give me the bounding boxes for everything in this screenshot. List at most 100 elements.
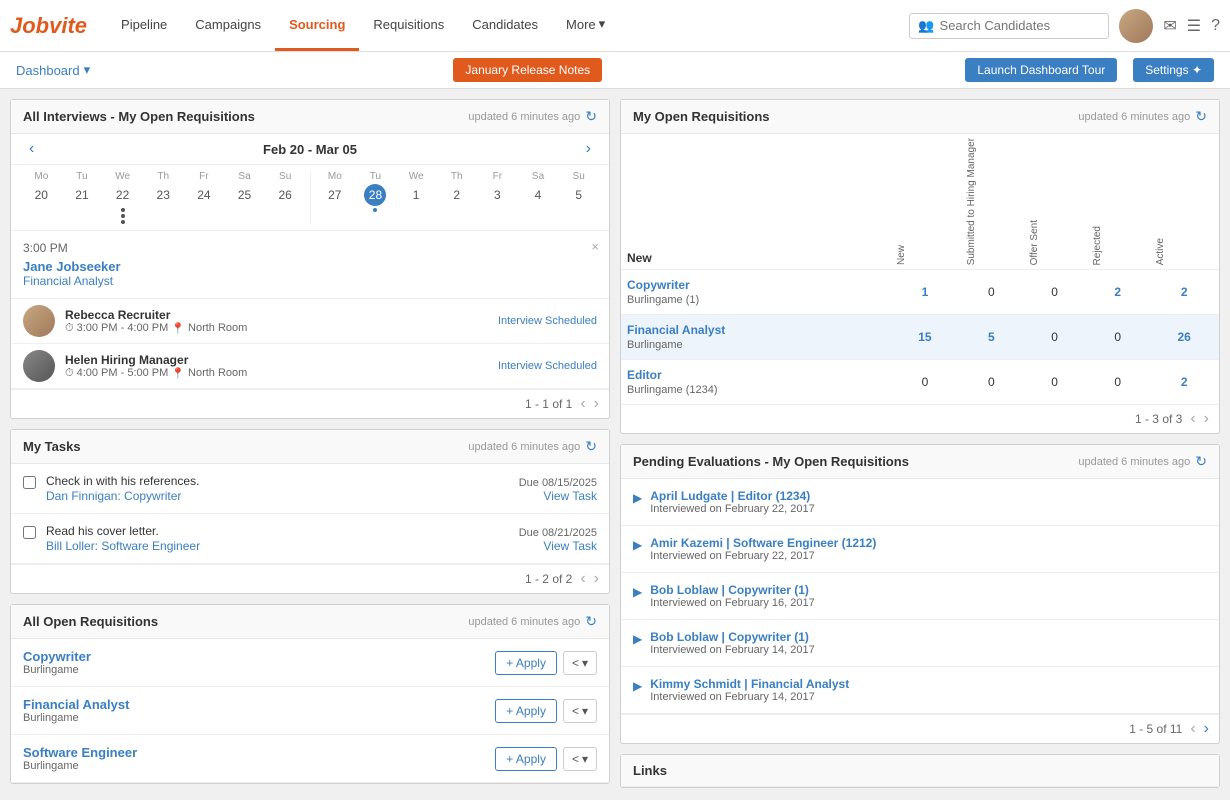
- expand-icon-4[interactable]: ▶: [633, 632, 642, 646]
- eval-date-5: Interviewed on February 14, 2017: [650, 691, 1207, 703]
- logo: Jobvite: [10, 13, 87, 39]
- my-open-reqs-panel: My Open Requisitions updated 6 minutes a…: [620, 99, 1220, 434]
- apply-button-3[interactable]: + Apply: [495, 747, 557, 771]
- req-title-3[interactable]: Software Engineer: [23, 745, 495, 760]
- list-icon[interactable]: ☰: [1187, 16, 1201, 36]
- col-header-rejected: Rejected: [1086, 134, 1149, 270]
- event-candidate-name[interactable]: Jane Jobseeker: [23, 259, 597, 274]
- my-reqs-prev-button[interactable]: ‹: [1190, 410, 1195, 428]
- nav-pipeline[interactable]: Pipeline: [107, 0, 181, 51]
- apply-button-2[interactable]: + Apply: [495, 699, 557, 723]
- req-table-row-2: Financial Analyst Burlingame 15 5 0 0 26: [621, 315, 1219, 360]
- share-icon: <: [572, 656, 579, 670]
- eval-date-2: Interviewed on February 22, 2017: [650, 550, 1207, 562]
- cal-day-we22[interactable]: We 22: [102, 171, 143, 224]
- calendar-nav: ‹ Feb 20 - Mar 05 ›: [11, 134, 609, 165]
- next-week-button[interactable]: ›: [578, 140, 599, 158]
- tasks-next-button[interactable]: ›: [594, 570, 599, 588]
- prev-week-button[interactable]: ‹: [21, 140, 42, 158]
- refresh-icon-open-reqs[interactable]: ↻: [585, 613, 597, 630]
- apply-button-1[interactable]: + Apply: [495, 651, 557, 675]
- task-checkbox-2[interactable]: [23, 526, 36, 539]
- links-panel: Links: [620, 754, 1220, 788]
- expand-icon-1[interactable]: ▶: [633, 491, 642, 505]
- cal-day-fr24: Fr 24: [184, 171, 225, 224]
- evals-prev-button[interactable]: ‹: [1190, 720, 1195, 738]
- eval-info-5: Kimmy Schmidt | Financial Analyst Interv…: [650, 677, 1207, 703]
- attendee-status-1: Interview Scheduled: [498, 315, 597, 327]
- req-location-2: Burlingame: [23, 712, 495, 724]
- chevron-down-icon-3: ▾: [582, 752, 588, 766]
- share-button-2[interactable]: < ▾: [563, 699, 597, 723]
- req-table-link-1[interactable]: Copywriter: [627, 278, 884, 292]
- tasks-panel-title: My Tasks: [23, 439, 81, 454]
- chevron-down-icon-2: ▾: [582, 704, 588, 718]
- share-button-3[interactable]: < ▾: [563, 747, 597, 771]
- prev-page-button[interactable]: ‹: [580, 395, 585, 413]
- req-title-2[interactable]: Financial Analyst: [23, 697, 495, 712]
- nav-campaigns[interactable]: Campaigns: [181, 0, 275, 51]
- task-text-2: Read his cover letter.: [46, 524, 519, 538]
- expand-icon-2[interactable]: ▶: [633, 538, 642, 552]
- eval-link-5[interactable]: Kimmy Schmidt | Financial Analyst: [650, 677, 849, 691]
- col-header-offer: Offer Sent: [1023, 134, 1086, 270]
- tasks-panel-meta: updated 6 minutes ago ↻: [468, 438, 597, 455]
- pending-evals-header: Pending Evaluations - My Open Requisitio…: [621, 445, 1219, 479]
- avatar[interactable]: [1119, 9, 1153, 43]
- view-task-2[interactable]: View Task: [519, 539, 597, 553]
- nav-requisitions[interactable]: Requisitions: [359, 0, 458, 51]
- col-header-submitted: Submitted to Hiring Manager: [960, 134, 1023, 270]
- eval-link-1[interactable]: April Ludgate | Editor (1234): [650, 489, 810, 503]
- my-reqs-next-button[interactable]: ›: [1204, 410, 1209, 428]
- dashboard-dropdown[interactable]: Dashboard ▾: [16, 62, 90, 78]
- tasks-prev-button[interactable]: ‹: [580, 570, 585, 588]
- search-box[interactable]: 👥: [909, 13, 1109, 39]
- attendee-row-1: Rebecca Recruiter ⏱ 3:00 PM - 4:00 PM 📍 …: [11, 299, 609, 344]
- eval-link-2[interactable]: Amir Kazemi | Software Engineer (1212): [650, 536, 876, 550]
- help-icon[interactable]: ?: [1211, 17, 1220, 35]
- open-reqs-panel-header: All Open Requisitions updated 6 minutes …: [11, 605, 609, 639]
- req-info-3: Software Engineer Burlingame: [23, 745, 495, 772]
- share-button-1[interactable]: < ▾: [563, 651, 597, 675]
- req-table-link-3[interactable]: Editor: [627, 368, 884, 382]
- mail-icon[interactable]: ✉: [1163, 16, 1176, 36]
- req-offer-2: 0: [1023, 315, 1086, 360]
- req-table-link-2[interactable]: Financial Analyst: [627, 323, 884, 337]
- req-title-1[interactable]: Copywriter: [23, 649, 495, 664]
- task-link-2[interactable]: Bill Loller: Software Engineer: [46, 539, 200, 553]
- expand-icon-3[interactable]: ▶: [633, 585, 642, 599]
- expand-icon-5[interactable]: ▶: [633, 679, 642, 693]
- refresh-icon-my-reqs[interactable]: ↻: [1195, 108, 1207, 125]
- tasks-pagination: 1 - 2 of 2 ‹ ›: [11, 564, 609, 593]
- chevron-down-icon: ▾: [599, 16, 606, 32]
- pagination-text: 1 - 1 of 1: [525, 397, 572, 411]
- task-checkbox-1[interactable]: [23, 476, 36, 489]
- close-icon[interactable]: ×: [591, 239, 599, 254]
- eval-link-3[interactable]: Bob Loblaw | Copywriter (1): [650, 583, 809, 597]
- eval-row-4: ▶ Bob Loblaw | Copywriter (1) Interviewe…: [621, 620, 1219, 667]
- evals-pagination: 1 - 5 of 11 ‹ ›: [621, 714, 1219, 743]
- cal-day-tu28[interactable]: Tu 28: [355, 171, 396, 224]
- settings-button[interactable]: Settings ✦: [1133, 58, 1214, 82]
- search-input[interactable]: [940, 18, 1101, 33]
- refresh-icon-evals[interactable]: ↻: [1195, 453, 1207, 470]
- my-reqs-pagination: 1 - 3 of 3 ‹ ›: [621, 404, 1219, 433]
- evals-next-button[interactable]: ›: [1204, 720, 1209, 738]
- refresh-icon-tasks[interactable]: ↻: [585, 438, 597, 455]
- task-content-2: Read his cover letter. Bill Loller: Soft…: [46, 524, 519, 553]
- task-link-1[interactable]: Dan Finnigan: Copywriter: [46, 489, 181, 503]
- release-notes-button[interactable]: January Release Notes: [453, 58, 602, 82]
- date-range: Feb 20 - Mar 05: [42, 142, 577, 157]
- nav-candidates[interactable]: Candidates: [458, 0, 552, 51]
- tour-button[interactable]: Launch Dashboard Tour: [965, 58, 1117, 82]
- cal-day-th23: Th 23: [143, 171, 184, 224]
- next-page-button[interactable]: ›: [594, 395, 599, 413]
- view-task-1[interactable]: View Task: [519, 489, 597, 503]
- eval-name-5: Kimmy Schmidt | Financial Analyst: [650, 677, 1207, 691]
- attendee-time-1: ⏱ 3:00 PM - 4:00 PM 📍 North Room: [65, 322, 498, 335]
- eval-row-1: ▶ April Ludgate | Editor (1234) Intervie…: [621, 479, 1219, 526]
- nav-sourcing[interactable]: Sourcing: [275, 0, 359, 51]
- refresh-icon[interactable]: ↻: [585, 108, 597, 125]
- eval-link-4[interactable]: Bob Loblaw | Copywriter (1): [650, 630, 809, 644]
- nav-more[interactable]: More ▾: [552, 0, 619, 51]
